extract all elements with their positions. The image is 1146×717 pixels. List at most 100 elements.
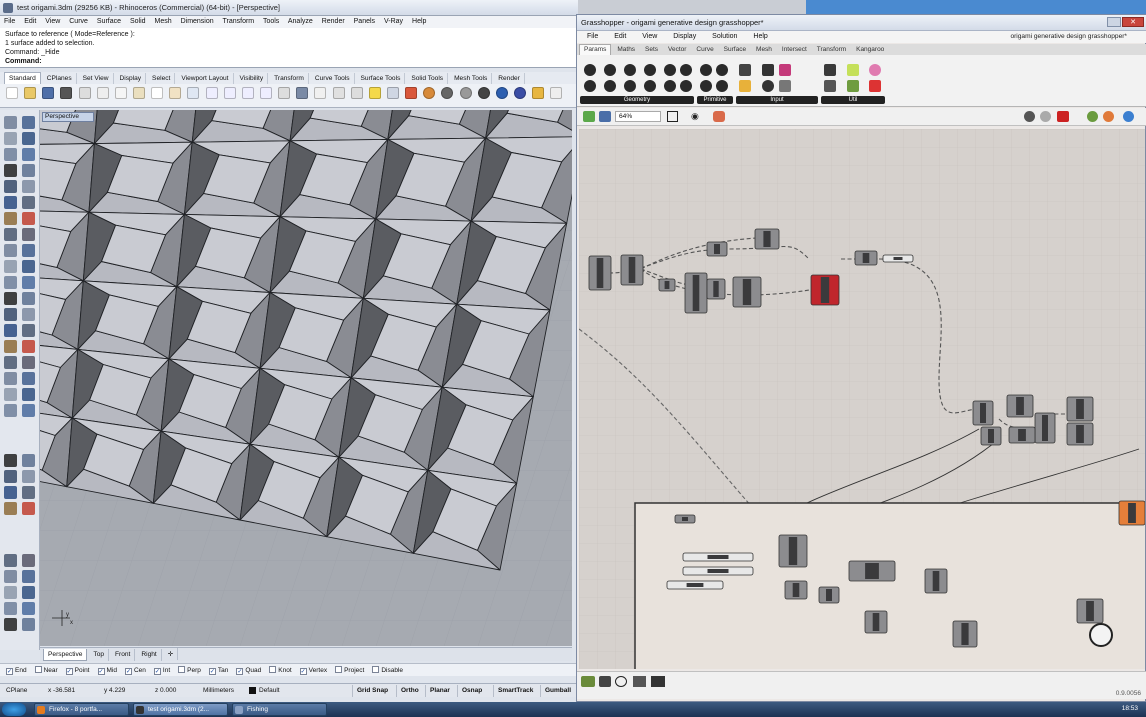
- graph-icon[interactable]: [739, 80, 751, 92]
- open-file-icon[interactable]: [24, 87, 37, 99]
- save-file-icon[interactable]: [599, 111, 611, 122]
- maximize-button[interactable]: [1107, 17, 1121, 27]
- plane-param-icon[interactable]: [584, 80, 596, 92]
- open-file-icon[interactable]: [583, 111, 595, 122]
- menu-solid[interactable]: Solid: [130, 18, 146, 25]
- start-button[interactable]: [2, 703, 26, 716]
- galapagos-icon[interactable]: [869, 80, 881, 92]
- sketch-pencil-icon[interactable]: [581, 676, 595, 687]
- light-bulb-icon[interactable]: [368, 87, 381, 99]
- extrude-icon[interactable]: [22, 486, 35, 499]
- perspective-viewport[interactable]: y x: [40, 110, 572, 646]
- sketch-icon[interactable]: [713, 111, 725, 122]
- line-param-icon[interactable]: [680, 64, 692, 76]
- circle-icon[interactable]: [4, 404, 17, 417]
- pencil-icon[interactable]: [532, 87, 545, 99]
- ellipse-icon[interactable]: [4, 618, 17, 631]
- osnap-checkbox[interactable]: ✓: [124, 668, 132, 675]
- text-param-icon[interactable]: [716, 80, 728, 92]
- box-icon[interactable]: [4, 340, 17, 353]
- osnap-checkbox[interactable]: [372, 666, 380, 673]
- vector-param-icon[interactable]: [604, 64, 616, 76]
- ghosted-sphere-icon[interactable]: [495, 87, 508, 99]
- osnap-checkbox[interactable]: ✓: [153, 668, 161, 675]
- field-param-icon[interactable]: [664, 80, 676, 92]
- number-param-icon[interactable]: [700, 80, 712, 92]
- sphere-icon[interactable]: [22, 212, 35, 225]
- gh-menu-edit[interactable]: Edit: [614, 33, 626, 40]
- polyline-icon[interactable]: [4, 586, 17, 599]
- viewport-tab-perspective[interactable]: Perspective: [43, 649, 88, 661]
- polyline-icon[interactable]: [4, 132, 17, 145]
- units-label[interactable]: Millimeters: [203, 687, 234, 694]
- rectangle-icon[interactable]: [22, 164, 35, 177]
- circle-icon[interactable]: [4, 148, 17, 161]
- cplane-icon[interactable]: [332, 87, 345, 99]
- rectangle-icon[interactable]: [22, 618, 35, 631]
- point-param-icon[interactable]: [584, 64, 596, 76]
- osnap-checkbox[interactable]: ✓: [6, 668, 13, 675]
- surface-icon[interactable]: [4, 486, 17, 499]
- curve-icon[interactable]: [22, 132, 35, 145]
- gradient-icon[interactable]: [779, 64, 791, 76]
- rendered-sphere-icon[interactable]: [477, 87, 490, 99]
- mesh-param-icon[interactable]: [644, 80, 656, 92]
- boolean-icon[interactable]: [22, 228, 35, 241]
- zoom-selected-icon[interactable]: [259, 87, 272, 99]
- osnap-near[interactable]: Near: [34, 666, 58, 674]
- grid-icon[interactable]: [296, 87, 309, 99]
- ellipse-icon[interactable]: [4, 292, 17, 305]
- polygon-icon[interactable]: [4, 470, 17, 483]
- point-icon[interactable]: [314, 87, 327, 99]
- point-icon[interactable]: [22, 116, 35, 129]
- new-file-icon[interactable]: [6, 87, 18, 99]
- ribbon-group-label[interactable]: Input: [736, 96, 818, 104]
- cplane-label[interactable]: CPlane: [6, 687, 27, 694]
- gh-timer-icon[interactable]: [1089, 623, 1113, 647]
- menu-tools[interactable]: Tools: [263, 18, 279, 25]
- taskbar-item-rhino[interactable]: test origami.3dm (2...: [133, 703, 228, 716]
- integer-param-icon[interactable]: [716, 64, 728, 76]
- text-icon[interactable]: [22, 470, 35, 483]
- point-icon[interactable]: [22, 372, 35, 385]
- jump-icon[interactable]: [869, 64, 881, 76]
- select-icon[interactable]: [4, 244, 17, 257]
- arc-icon[interactable]: [22, 404, 35, 417]
- osnap-checkbox[interactable]: [34, 666, 42, 673]
- properties-icon[interactable]: [78, 87, 91, 99]
- mesh-icon[interactable]: [4, 228, 17, 241]
- menu-edit[interactable]: Edit: [24, 18, 36, 25]
- rectangle-icon[interactable]: [22, 454, 35, 467]
- boolean-icon[interactable]: [22, 356, 35, 369]
- osnap-checkbox[interactable]: ✓: [299, 668, 307, 675]
- osnap-end[interactable]: ✓ End: [6, 667, 27, 675]
- osnap-checkbox[interactable]: ✓: [65, 668, 73, 675]
- copy-icon[interactable]: [114, 87, 127, 99]
- osnap-checkbox[interactable]: ✓: [236, 668, 244, 675]
- osnap-checkbox[interactable]: ✓: [97, 668, 105, 675]
- menu-dimension[interactable]: Dimension: [181, 18, 214, 25]
- cluster-icon[interactable]: [824, 64, 836, 76]
- paste-icon[interactable]: [132, 87, 145, 99]
- polyline-icon[interactable]: [4, 388, 17, 401]
- rotate-view-icon[interactable]: [187, 87, 200, 99]
- viewport-tab-front[interactable]: Front: [111, 649, 136, 661]
- select-icon[interactable]: [4, 116, 17, 129]
- text-icon[interactable]: [22, 308, 35, 321]
- circle-icon[interactable]: [4, 276, 17, 289]
- preview-shaded-icon[interactable]: [1057, 111, 1069, 122]
- zoom-icon[interactable]: [205, 87, 218, 99]
- gh-menu-view[interactable]: View: [642, 33, 657, 40]
- menu-file[interactable]: File: [4, 18, 15, 25]
- osnap-knot[interactable]: Knot: [269, 666, 292, 674]
- menu-render[interactable]: Render: [322, 18, 345, 25]
- gh-menu-display[interactable]: Display: [673, 33, 696, 40]
- layer-color-swatch[interactable]: [249, 687, 256, 694]
- current-layer[interactable]: Default: [259, 687, 280, 694]
- planar-toggle[interactable]: Planar: [425, 685, 454, 697]
- select-icon[interactable]: [4, 570, 17, 583]
- save-icon[interactable]: [42, 87, 55, 99]
- curve-param-icon[interactable]: [664, 64, 676, 76]
- boolean-param-icon[interactable]: [700, 64, 712, 76]
- preview-off-icon[interactable]: [1040, 111, 1051, 122]
